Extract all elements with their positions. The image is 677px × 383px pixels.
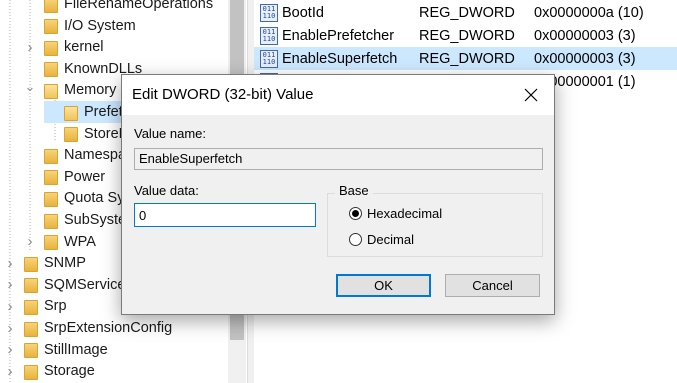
folder-icon [64,104,78,121]
value-name-label: Value name: [134,126,207,141]
dialog-title: Edit DWORD (32-bit) Value [132,86,314,103]
tree-item-label: Storage [44,363,95,380]
value-type: REG_DWORD [419,4,515,21]
tree-item[interactable]: ›Power [24,166,105,188]
value-name: BootId [282,4,324,21]
folder-icon [44,190,58,207]
value-row[interactable]: 011 110 BootId REG_DWORD 0x0000000a (10) [254,1,677,24]
edit-dword-dialog: Edit DWORD (32-bit) Value Value name: En… [121,74,555,315]
folder-icon [44,60,58,78]
chevron-right-icon[interactable]: › [4,255,16,272]
tree-item-label: WPA [64,233,96,250]
folder-icon [44,147,58,164]
chevron-right-icon[interactable]: › [4,363,16,380]
ok-button[interactable]: OK [336,274,431,297]
chevron-right-icon[interactable]: › [4,320,16,337]
hexadecimal-label: Hexadecimal [367,206,443,221]
tree-item-label: SNMP [44,255,86,272]
reg-dword-icon: 011110 [260,49,278,68]
folder-icon [44,17,58,35]
value-type: REG_DWORD [419,50,515,67]
value-row[interactable]: 011 110 EnableSuperfetch REG_DWORD 0x0000000… [254,47,677,70]
folder-icon [24,298,38,315]
hexadecimal-radio[interactable]: Hexadecimal [349,206,442,221]
tree-item[interactable]: › WPA [24,231,96,253]
tree-item-label: I/O System [64,17,136,34]
folder-icon [24,341,38,359]
tree-item[interactable]: › SNMP [4,252,86,274]
tree-item[interactable]: ›FileRenameOperations [24,0,213,15]
value-name-field: EnableSuperfetch [134,148,543,170]
folder-icon [24,255,38,272]
tree-item[interactable]: › SrpExtensionConfig [4,317,172,339]
tree-item-label: StillImage [44,341,108,358]
value-type: REG_DWORD [419,27,515,44]
close-icon [524,88,538,102]
folder-icon [24,363,38,380]
chevron-right-icon[interactable]: › [4,298,16,315]
value-name: EnablePrefetcher [282,27,395,44]
chevron-right-icon[interactable]: › [24,39,36,56]
chevron-right-icon[interactable]: › [4,276,16,293]
value-name: EnableSuperfetch [282,50,398,67]
decimal-label: Decimal [367,232,414,247]
decimal-radio[interactable]: Decimal [349,232,414,247]
base-groupbox [327,193,543,257]
tree-item-label: SrpExtensionConfig [44,320,173,336]
value-data-input[interactable] [134,203,316,227]
chevron-right-icon[interactable]: › [24,233,36,250]
folder-icon [64,125,78,143]
tree-item-label: Srp [44,298,67,315]
tree-item-label: kernel [64,39,104,56]
folder-icon [44,212,58,229]
value-data-label: Value data: [134,183,199,198]
base-group-label: Base [335,183,373,198]
tree-item-label: FileRenameOperations [64,0,214,12]
close-button[interactable] [508,75,554,115]
decimal-radio-button[interactable] [349,233,362,246]
tree-item[interactable]: › StillImage [4,339,108,361]
folder-icon [44,168,58,186]
folder-icon [44,82,58,99]
folder-icon [44,0,58,13]
reg-dword-icon: 011110 [260,3,278,22]
dialog-titlebar[interactable]: Edit DWORD (32-bit) Value [122,75,554,115]
tree-item[interactable]: › Srp [4,295,67,317]
hexadecimal-radio-button[interactable] [349,207,362,220]
tree-item-label: Power [64,168,106,185]
reg-dword-icon: 011110 [260,26,278,45]
tree-item[interactable]: › kernel [24,36,104,58]
chevron-right-icon[interactable]: › [4,341,16,358]
folder-icon [24,320,38,337]
value-data: 0x00000003 (3) [534,50,636,67]
value-row[interactable]: 011 110 EnablePrefetcher REG_DWORD 0x0000000… [254,24,677,47]
chevron-down-icon[interactable]: ⌄ [24,79,36,95]
folder-icon [44,39,58,56]
cancel-button[interactable]: Cancel [445,274,540,297]
tree-item[interactable]: ›I/O System [24,15,136,37]
value-data: 0x0000000a (10) [534,4,644,21]
tree-item[interactable]: › Storage [4,360,95,382]
folder-icon [24,276,38,294]
folder-icon [44,233,58,251]
value-data: 0x00000003 (3) [534,27,636,44]
